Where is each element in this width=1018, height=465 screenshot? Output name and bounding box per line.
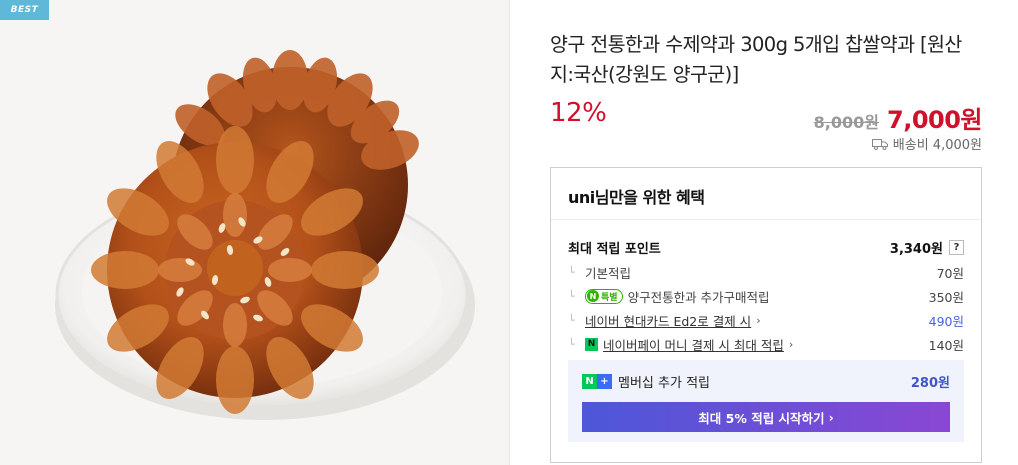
detail-row-basic: └ 기본적립 70원 bbox=[568, 260, 964, 284]
naver-special-icon: N 특별 bbox=[585, 288, 623, 304]
price-row: 8,000원 7,000원 bbox=[813, 100, 983, 135]
shipping-info: 배송비 4,000원 bbox=[871, 134, 982, 153]
membership-box: N + 멤버십 추가 적립 280원 최대 5% 적립 시작하기 › bbox=[568, 360, 964, 442]
membership-label: 멤버십 추가 적립 bbox=[618, 376, 710, 391]
sale-price: 7,000원 bbox=[887, 106, 983, 134]
branch-icon: └ bbox=[568, 337, 575, 351]
original-price: 8,000원 bbox=[813, 113, 879, 132]
shipping-fee: 배송비 4,000원 bbox=[892, 138, 982, 153]
product-image-panel[interactable]: BEST bbox=[0, 0, 510, 465]
product-image bbox=[0, 0, 509, 465]
chevron-right-icon: › bbox=[756, 313, 761, 327]
detail-row-special: └ N 특별 양구전통한과 추가구매적립 350원 bbox=[568, 284, 964, 308]
help-icon[interactable]: ? bbox=[949, 240, 964, 255]
points-detail-list: └ 기본적립 70원 └ N 특별 양구전통한과 추가구매적립 350원 └ 네… bbox=[568, 260, 964, 356]
best-badge: BEST bbox=[0, 0, 49, 20]
chevron-right-icon: › bbox=[828, 409, 834, 425]
detail-value: 350원 bbox=[928, 289, 964, 305]
detail-label: 양구전통한과 추가구매적립 bbox=[627, 289, 770, 305]
chevron-right-icon: › bbox=[788, 337, 794, 351]
discount-rate: 12% bbox=[550, 98, 607, 128]
start-membership-button[interactable]: 최대 5% 적립 시작하기 › bbox=[582, 402, 950, 432]
truck-icon bbox=[871, 138, 888, 150]
benefit-title: uni님만을 위한 혜택 bbox=[551, 168, 981, 220]
benefit-box: uni님만을 위한 혜택 최대 적립 포인트 3,340원 ? └ 기본적립 7… bbox=[550, 167, 982, 463]
naver-plus-icon: N + bbox=[582, 374, 612, 389]
detail-value: 490원 bbox=[928, 313, 964, 329]
product-info: 양구 전통한과 수제약과 300g 5개입 찹쌀약과 [원산지:국산(강원도 양… bbox=[550, 0, 983, 465]
product-title: 양구 전통한과 수제약과 300g 5개입 찹쌀약과 [원산지:국산(강원도 양… bbox=[550, 33, 962, 86]
npay-benefit-link[interactable]: 네이버페이 머니 결제 시 최대 적립 bbox=[603, 335, 784, 354]
branch-icon: └ bbox=[568, 265, 575, 279]
detail-value: 140원 bbox=[928, 337, 964, 353]
branch-icon: └ bbox=[568, 289, 575, 303]
membership-row: N + 멤버십 추가 적립 280원 bbox=[582, 372, 950, 391]
detail-label: 기본적립 bbox=[585, 265, 632, 281]
max-points-label: 최대 적립 포인트 bbox=[568, 242, 661, 257]
detail-row-card[interactable]: └ 네이버 현대카드 Ed2로 결제 시 › 490원 bbox=[568, 308, 964, 332]
npay-icon: N bbox=[585, 337, 598, 351]
detail-row-npay[interactable]: └ N 네이버페이 머니 결제 시 최대 적립 › 140원 bbox=[568, 332, 964, 356]
max-points-value: 3,340원 bbox=[889, 242, 943, 257]
max-points-row: 최대 적립 포인트 3,340원 ? bbox=[568, 238, 964, 257]
branch-icon: └ bbox=[568, 313, 575, 327]
membership-value: 280원 bbox=[910, 376, 950, 391]
detail-value: 70원 bbox=[936, 265, 964, 281]
start-membership-label: 최대 5% 적립 시작하기 bbox=[698, 410, 825, 426]
card-benefit-link[interactable]: 네이버 현대카드 Ed2로 결제 시 bbox=[585, 311, 751, 330]
